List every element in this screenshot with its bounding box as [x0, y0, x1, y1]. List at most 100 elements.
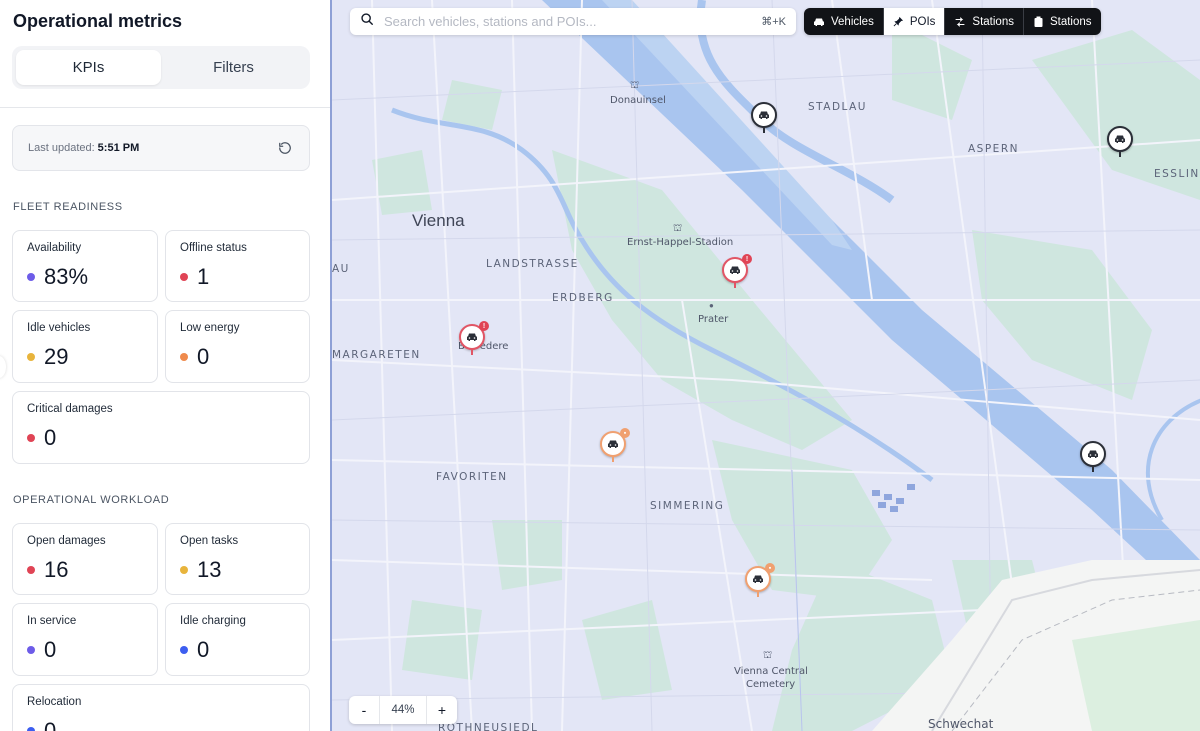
place-label-stadium: Ernst-Happel-Stadion [627, 237, 734, 248]
battery-icon [1034, 16, 1043, 27]
kpi-label: Critical damages [27, 403, 113, 415]
car-icon [759, 111, 769, 119]
kpi-value: 83% [44, 264, 89, 289]
car-icon [730, 266, 740, 274]
cemetery-icon: ⛫ [763, 650, 773, 661]
kpi-value: 16 [44, 557, 69, 582]
place-label-schwechat: Schwechat [928, 717, 994, 731]
status-dot [180, 566, 188, 574]
refresh-icon[interactable] [276, 139, 294, 157]
last-updated-bar: Last updated: 5:51 PM [12, 125, 310, 171]
kpi-card-critical-damages[interactable]: Critical damages 0 [12, 391, 310, 464]
status-dot [27, 727, 35, 731]
place-label-stadlau: STADLAU [808, 101, 867, 113]
layer-toggle-pois[interactable]: POIs [883, 8, 946, 35]
layer-toggle-vehicles[interactable]: Vehicles [804, 8, 884, 35]
zoom-out-button[interactable]: - [349, 696, 379, 724]
kpi-label: Open tasks [180, 535, 239, 547]
kpi-card-open-damages[interactable]: Open damages 16 [12, 523, 158, 595]
car-icon [1088, 450, 1098, 458]
kpi-label: Idle charging [180, 615, 246, 627]
warning-badge-icon: ▪ [765, 563, 775, 573]
car-icon [814, 18, 824, 26]
map-search-bar: ⌘+K [350, 8, 796, 35]
car-icon [467, 333, 477, 341]
last-updated-label: Last updated: [28, 142, 95, 154]
kpi-value: 0 [44, 637, 57, 662]
status-dot [180, 646, 188, 654]
kpi-label: Low energy [180, 322, 240, 334]
place-label-simmering: SIMMERING [650, 500, 725, 512]
kpi-card-low-energy[interactable]: Low energy 0 [165, 310, 310, 383]
poi-marker-icon: ⛫ [630, 80, 640, 91]
sidebar-title: Operational metrics [13, 11, 183, 31]
last-updated-time: 5:51 PM [97, 142, 140, 154]
search-icon [360, 12, 374, 31]
car-icon [753, 575, 763, 583]
place-label-aspern: ASPERN [968, 143, 1019, 155]
place-label-prater: Prater [698, 314, 729, 325]
kpi-card-relocation[interactable]: Relocation 0 [12, 684, 310, 731]
search-input[interactable] [384, 14, 762, 29]
kpi-label: Relocation [27, 696, 82, 708]
status-dot [27, 646, 35, 654]
route-icon [955, 16, 965, 27]
kpi-card-idle-vehicles[interactable]: Idle vehicles 29 [12, 310, 158, 383]
search-shortcut: ⌘+K [761, 16, 786, 28]
layer-label: Stations [972, 15, 1014, 28]
sidebar-resize-handle[interactable] [0, 356, 6, 378]
alert-badge-icon: ! [742, 254, 752, 264]
status-dot [180, 353, 188, 361]
section-title-operational-workload: OPERATIONAL WORKLOAD [13, 494, 170, 506]
vehicle-pin-alert[interactable]: ! [722, 254, 752, 289]
kpi-value: 0 [44, 718, 57, 731]
kpi-value: 13 [197, 557, 222, 582]
layer-label: Stations [1049, 15, 1092, 28]
status-dot [27, 273, 35, 281]
vehicle-pin-warning[interactable]: ▪ [600, 428, 630, 463]
kpi-value: 0 [197, 344, 210, 369]
tab-kpis[interactable]: KPIs [16, 50, 161, 85]
kpi-label: Open damages [27, 535, 106, 547]
kpi-card-in-service[interactable]: In service 0 [12, 603, 158, 676]
kpi-value: 0 [44, 425, 57, 450]
sidebar-divider [0, 107, 330, 108]
status-dot [27, 566, 35, 574]
tab-filters[interactable]: Filters [161, 50, 306, 85]
layer-label: POIs [909, 15, 936, 28]
place-label-margareten: MARGARETEN [332, 349, 421, 361]
place-label-donauinsel: Donauinsel [610, 95, 666, 106]
kpi-label: Availability [27, 242, 82, 254]
vehicle-pin[interactable] [1107, 126, 1133, 158]
zoom-in-button[interactable]: + [427, 696, 457, 724]
vehicle-pin[interactable] [1080, 441, 1106, 473]
place-label-au: AU [332, 263, 350, 275]
metrics-sidebar: Operational metrics KPIs Filters Last up… [0, 0, 332, 731]
vehicle-pin[interactable] [751, 102, 777, 134]
zoom-level: 44% [379, 696, 427, 724]
vehicle-pin-warning[interactable]: ▪ [745, 563, 775, 598]
kpi-card-idle-charging[interactable]: Idle charging 0 [165, 603, 310, 676]
status-dot [180, 273, 188, 281]
zoom-control: - 44% + [349, 696, 457, 724]
sidebar-tabs: KPIs Filters [12, 46, 310, 89]
kpi-value: 1 [197, 264, 210, 289]
map-view[interactable]: Vienna Donauinsel STADLAU ASPERN ESSLING… [332, 0, 1200, 731]
kpi-card-open-tasks[interactable]: Open tasks 13 [165, 523, 310, 595]
place-label-central-cemetery: Vienna Central [734, 666, 808, 677]
layer-toggle-stations-routes[interactable]: Stations [945, 8, 1024, 35]
vehicle-pin-alert[interactable]: ! [459, 321, 489, 356]
kpi-card-availability[interactable]: Availability 83% [12, 230, 158, 302]
status-dot [27, 434, 35, 442]
kpi-value: 29 [44, 344, 69, 369]
car-icon [608, 440, 618, 448]
warning-badge-icon: ▪ [620, 428, 630, 438]
layer-toggle-group: Vehicles POIs Stations Stations [804, 8, 1101, 35]
pin-icon [893, 16, 903, 27]
kpi-card-offline-status[interactable]: Offline status 1 [165, 230, 310, 302]
layer-toggle-stations-charging[interactable]: Stations [1023, 8, 1101, 35]
kpi-value: 0 [197, 637, 210, 662]
place-label-favoriten: FAVORITEN [436, 471, 508, 483]
alert-badge-icon: ! [479, 321, 489, 331]
stadium-icon: ⛫ [673, 223, 683, 234]
